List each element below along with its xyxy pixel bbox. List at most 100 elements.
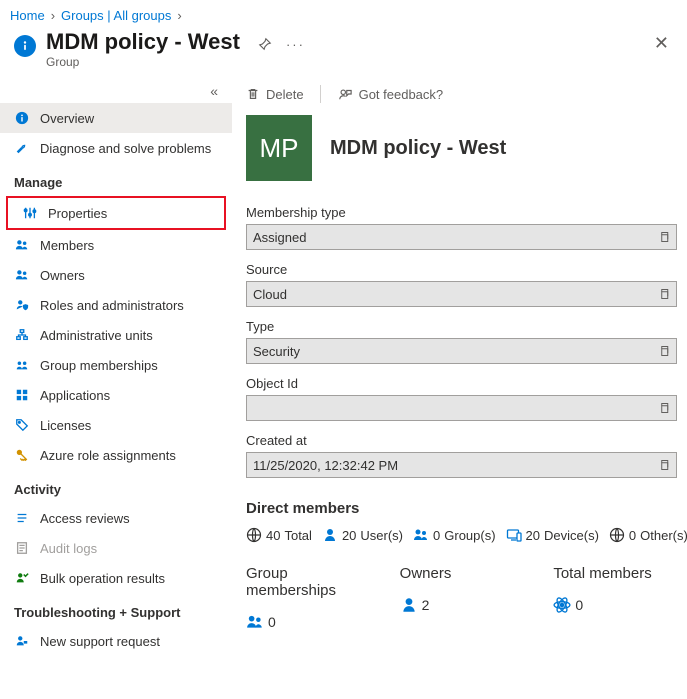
field-value[interactable]: Security xyxy=(246,338,677,364)
col-title: Group memberships xyxy=(246,565,370,599)
field-type: Type Security xyxy=(246,319,677,364)
stat-group-memberships[interactable]: 0 xyxy=(246,613,370,631)
stat-total[interactable]: 40 Total xyxy=(246,527,312,543)
sidebar-item-label: Licenses xyxy=(40,418,91,433)
copy-icon[interactable] xyxy=(658,402,670,414)
feedback-button[interactable]: Got feedback? xyxy=(337,87,444,102)
apps-icon xyxy=(14,387,30,403)
group-title-row: MP MDM policy - West xyxy=(246,115,677,181)
sidebar-item-audit-logs[interactable]: Audit logs xyxy=(0,533,232,563)
stat-count: 20 xyxy=(526,528,540,543)
info-icon xyxy=(14,35,36,57)
breadcrumb: Home › Groups | All groups › xyxy=(0,0,687,27)
field-label: Object Id xyxy=(246,376,677,391)
sidebar-heading-activity: Activity xyxy=(0,470,232,503)
support-icon xyxy=(14,633,30,649)
sidebar-item-azure-roles[interactable]: Azure role assignments xyxy=(0,440,232,470)
user-icon xyxy=(322,527,338,543)
breadcrumb-groups[interactable]: Groups | All groups xyxy=(61,8,171,23)
field-membership-type: Membership type Assigned xyxy=(246,205,677,250)
toolbar-divider xyxy=(320,85,321,103)
stat-count: 0 xyxy=(268,614,276,630)
copy-icon[interactable] xyxy=(658,459,670,471)
sidebar-item-diagnose[interactable]: Diagnose and solve problems xyxy=(0,133,232,163)
people-icon xyxy=(14,237,30,253)
sidebar-item-licenses[interactable]: Licenses xyxy=(0,410,232,440)
sidebar-item-label: Overview xyxy=(40,111,94,126)
stat-label: Other(s) xyxy=(640,528,687,543)
sidebar-item-label: Diagnose and solve problems xyxy=(40,141,211,156)
page-header: MDM policy - West Group ··· ✕ xyxy=(0,27,687,79)
field-label: Type xyxy=(246,319,677,334)
chevron-right-icon: › xyxy=(51,8,55,23)
page-subtitle: Group xyxy=(46,55,240,69)
sidebar-item-label: Roles and administrators xyxy=(40,298,184,313)
atom-icon xyxy=(553,596,571,614)
sidebar: « Overview Diagnose and solve problems M… xyxy=(0,79,232,656)
sidebar-item-group-memberships[interactable]: Group memberships xyxy=(0,350,232,380)
field-label: Membership type xyxy=(246,205,677,220)
stat-count: 0 xyxy=(575,597,583,613)
people-icon xyxy=(14,267,30,283)
field-value[interactable]: Assigned xyxy=(246,224,677,250)
sidebar-item-access-reviews[interactable]: Access reviews xyxy=(0,503,232,533)
more-icon[interactable]: ··· xyxy=(286,37,305,52)
stat-groups[interactable]: 0 Group(s) xyxy=(413,527,496,543)
stat-owners[interactable]: 2 xyxy=(400,596,524,614)
col-group-memberships: Group memberships 0 xyxy=(246,565,370,631)
sidebar-item-support-request[interactable]: New support request xyxy=(0,626,232,656)
col-total-members: Total members 0 xyxy=(553,565,677,631)
direct-members-stats: 40 Total 20 User(s) 0 Group(s) xyxy=(246,527,677,543)
sidebar-item-label: Administrative units xyxy=(40,328,153,343)
delete-label: Delete xyxy=(266,87,304,102)
sidebar-item-roles[interactable]: Roles and administrators xyxy=(0,290,232,320)
device-icon xyxy=(506,527,522,543)
col-title: Total members xyxy=(553,565,677,582)
feedback-label: Got feedback? xyxy=(359,87,444,102)
sidebar-item-properties[interactable]: Properties xyxy=(8,198,224,228)
sidebar-item-overview[interactable]: Overview xyxy=(0,103,232,133)
sidebar-item-label: Applications xyxy=(40,388,110,403)
field-source: Source Cloud xyxy=(246,262,677,307)
field-value[interactable]: 11/25/2020, 12:32:42 PM xyxy=(246,452,677,478)
sidebar-item-owners[interactable]: Owners xyxy=(0,260,232,290)
close-icon[interactable]: ✕ xyxy=(654,33,669,54)
stat-count: 20 xyxy=(342,528,356,543)
sidebar-item-label: Owners xyxy=(40,268,85,283)
delete-button[interactable]: Delete xyxy=(246,87,304,102)
sidebar-item-applications[interactable]: Applications xyxy=(0,380,232,410)
copy-icon[interactable] xyxy=(658,231,670,243)
main-content: Delete Got feedback? MP MDM policy - Wes… xyxy=(232,79,687,656)
sidebar-item-bulk-results[interactable]: Bulk operation results xyxy=(0,563,232,593)
field-value[interactable]: Cloud xyxy=(246,281,677,307)
breadcrumb-home[interactable]: Home xyxy=(10,8,45,23)
sidebar-item-label: Group memberships xyxy=(40,358,158,373)
sidebar-item-label: Access reviews xyxy=(40,511,130,526)
copy-icon[interactable] xyxy=(658,288,670,300)
stat-label: Device(s) xyxy=(544,528,599,543)
collapse-icon[interactable]: « xyxy=(0,83,232,103)
sidebar-heading-support: Troubleshooting + Support xyxy=(0,593,232,626)
field-text: Cloud xyxy=(253,287,658,302)
stat-devices[interactable]: 20 Device(s) xyxy=(506,527,599,543)
sidebar-item-label: Properties xyxy=(48,206,107,221)
stat-count: 0 xyxy=(629,528,636,543)
avatar: MP xyxy=(246,115,312,181)
stat-others[interactable]: 0 Other(s) xyxy=(609,527,687,543)
sidebar-item-admin-units[interactable]: Administrative units xyxy=(0,320,232,350)
sidebar-item-members[interactable]: Members xyxy=(0,230,232,260)
col-owners: Owners 2 xyxy=(400,565,524,631)
pin-icon[interactable] xyxy=(258,37,272,52)
feedback-icon xyxy=(337,87,353,101)
field-value[interactable] xyxy=(246,395,677,421)
globe-icon xyxy=(246,527,262,543)
page-title: MDM policy - West xyxy=(46,29,240,55)
stat-count: 0 xyxy=(433,528,440,543)
field-text: Assigned xyxy=(253,230,658,245)
stat-users[interactable]: 20 User(s) xyxy=(322,527,403,543)
stat-total-members[interactable]: 0 xyxy=(553,596,677,614)
trash-icon xyxy=(246,87,260,101)
stat-count: 2 xyxy=(422,597,430,613)
col-title: Owners xyxy=(400,565,524,582)
copy-icon[interactable] xyxy=(658,345,670,357)
